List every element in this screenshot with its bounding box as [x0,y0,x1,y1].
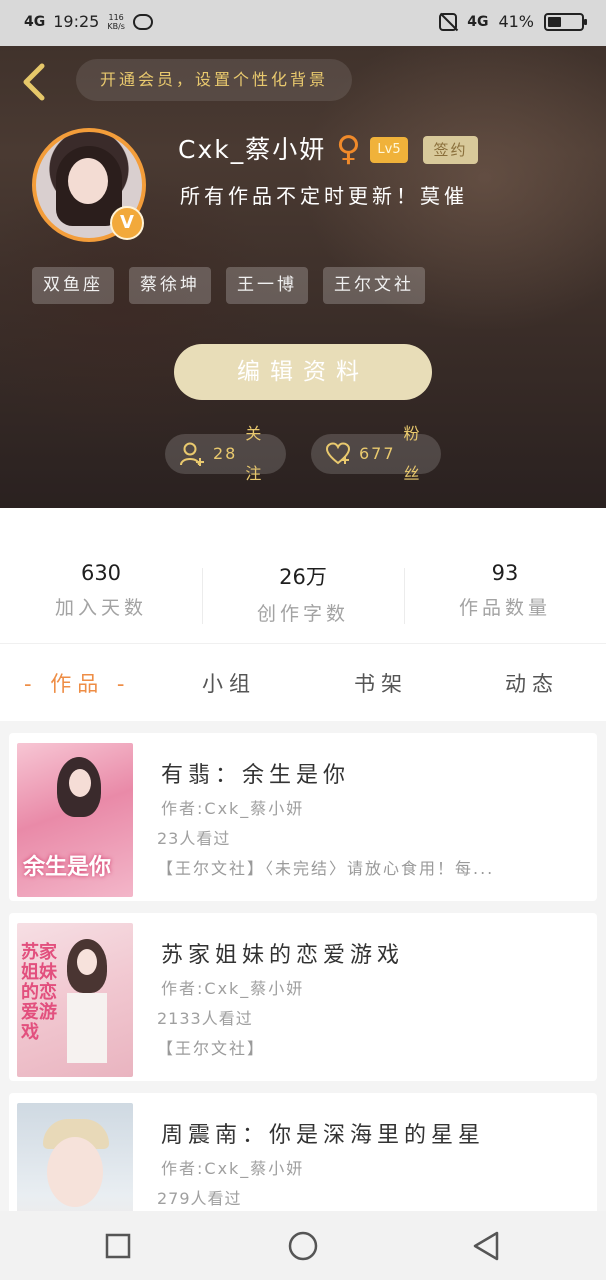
book-views: 2133人看过 [157,1009,253,1028]
book-title: 有翡：余生是你 [161,763,351,788]
tab-bookshelf[interactable]: 书架 [354,668,408,698]
following-label: 关注 [245,424,264,483]
book-cover: 苏家姐妹的恋爱游戏 [17,923,133,1077]
profile-screen: 4G 19:25 116 KB/s 4G 41% 开通会员，设置个性化背景 V … [0,0,606,1280]
vip-banner[interactable]: 开通会员，设置个性化背景 [76,59,352,101]
tag-item[interactable]: 双鱼座 [32,267,114,304]
book-cover: 余生是你 [17,743,133,897]
stat-join-days: 630 加入天数 [54,561,147,619]
person-add-icon [180,442,204,466]
fans-button[interactable]: 677 粉丝 [311,424,441,483]
clock: 19:25 [53,12,100,31]
battery-fill [548,16,561,27]
female-icon: ♀ [336,129,361,169]
chevron-left-icon [23,63,45,101]
list-item[interactable]: 苏家姐妹的恋爱游戏 苏家姐妹的恋爱游戏 作者:Cxk_蔡小妍 2133人看过 【… [9,913,597,1081]
tag-item[interactable]: 蔡徐坤 [129,267,211,304]
recents-button[interactable] [101,1229,135,1263]
works-list: 余生是你 有翡：余生是你 作者:Cxk_蔡小妍 23人看过 【王尔文社】〈未完结… [0,721,606,1211]
tag-item[interactable]: 王尔文社 [323,267,425,304]
book-description: 【王尔文社】 [157,1039,266,1058]
tag-list: 双鱼座 蔡徐坤 王一博 王尔文社 [32,267,425,304]
book-cover [17,1103,133,1211]
content-tabs: - 作品 - 小组 书架 动态 [0,643,606,721]
book-title: 苏家姐妹的恋爱游戏 [161,943,405,968]
list-item[interactable]: 周震南：你是深海里的星星 作者:Cxk_蔡小妍 279人看过 [9,1093,597,1211]
book-author: 作者:Cxk_蔡小妍 [161,979,305,998]
following-count: 28 [213,444,238,463]
network-speed: 116 KB/s [107,12,125,31]
profile-header: 4G 19:25 116 KB/s 4G 41% 开通会员，设置个性化背景 V … [0,0,606,508]
heart-icon [325,442,351,465]
system-nav-bar [0,1211,606,1280]
username: Cxk_蔡小妍 [178,135,327,164]
circle-icon [288,1231,318,1261]
stat-works-count: 93 作品数量 [458,561,551,619]
tab-works[interactable]: - 作品 - [24,668,131,698]
verified-badge-icon: V [110,206,144,240]
signed-badge: 签约 [423,136,478,164]
stats-panel: 630 加入天数 26万 创作字数 93 作品数量 [0,508,606,643]
following-button[interactable]: 28 关注 [165,424,286,483]
fans-count: 677 [359,444,396,463]
book-author: 作者:Cxk_蔡小妍 [161,799,305,818]
tag-item[interactable]: 王一博 [226,267,308,304]
edit-profile-button[interactable]: 编辑资料 [174,344,432,400]
home-button[interactable] [286,1229,320,1263]
square-icon [105,1233,131,1259]
network-indicator: 4G [24,13,46,30]
stat-word-count: 26万 创作字数 [256,565,349,625]
book-description: 【王尔文社】〈未完结〉请放心食用！每... [157,859,495,878]
back-button[interactable] [16,60,56,104]
mute-icon [439,12,458,31]
book-views: 279人看过 [157,1189,242,1208]
book-title: 周震南：你是深海里的星星 [161,1123,486,1148]
book-author: 作者:Cxk_蔡小妍 [161,1159,305,1178]
status-bar: 4G 19:25 116 KB/s 4G 41% [0,0,606,46]
wechat-icon [132,13,153,30]
tab-activity[interactable]: 动态 [505,668,559,698]
list-item[interactable]: 余生是你 有翡：余生是你 作者:Cxk_蔡小妍 23人看过 【王尔文社】〈未完结… [9,733,597,901]
fans-label: 粉丝 [403,424,422,483]
level-badge: Lv5 [370,137,408,163]
battery-percent: 41% [498,12,534,31]
user-motto: 所有作品不定时更新！莫催 [180,184,468,208]
network-indicator-right: 4G [467,13,489,30]
triangle-back-icon [473,1231,499,1261]
battery-icon [544,12,587,31]
book-views: 23人看过 [157,829,231,848]
back-nav-button[interactable] [470,1229,504,1263]
tab-groups[interactable]: 小组 [202,668,256,698]
